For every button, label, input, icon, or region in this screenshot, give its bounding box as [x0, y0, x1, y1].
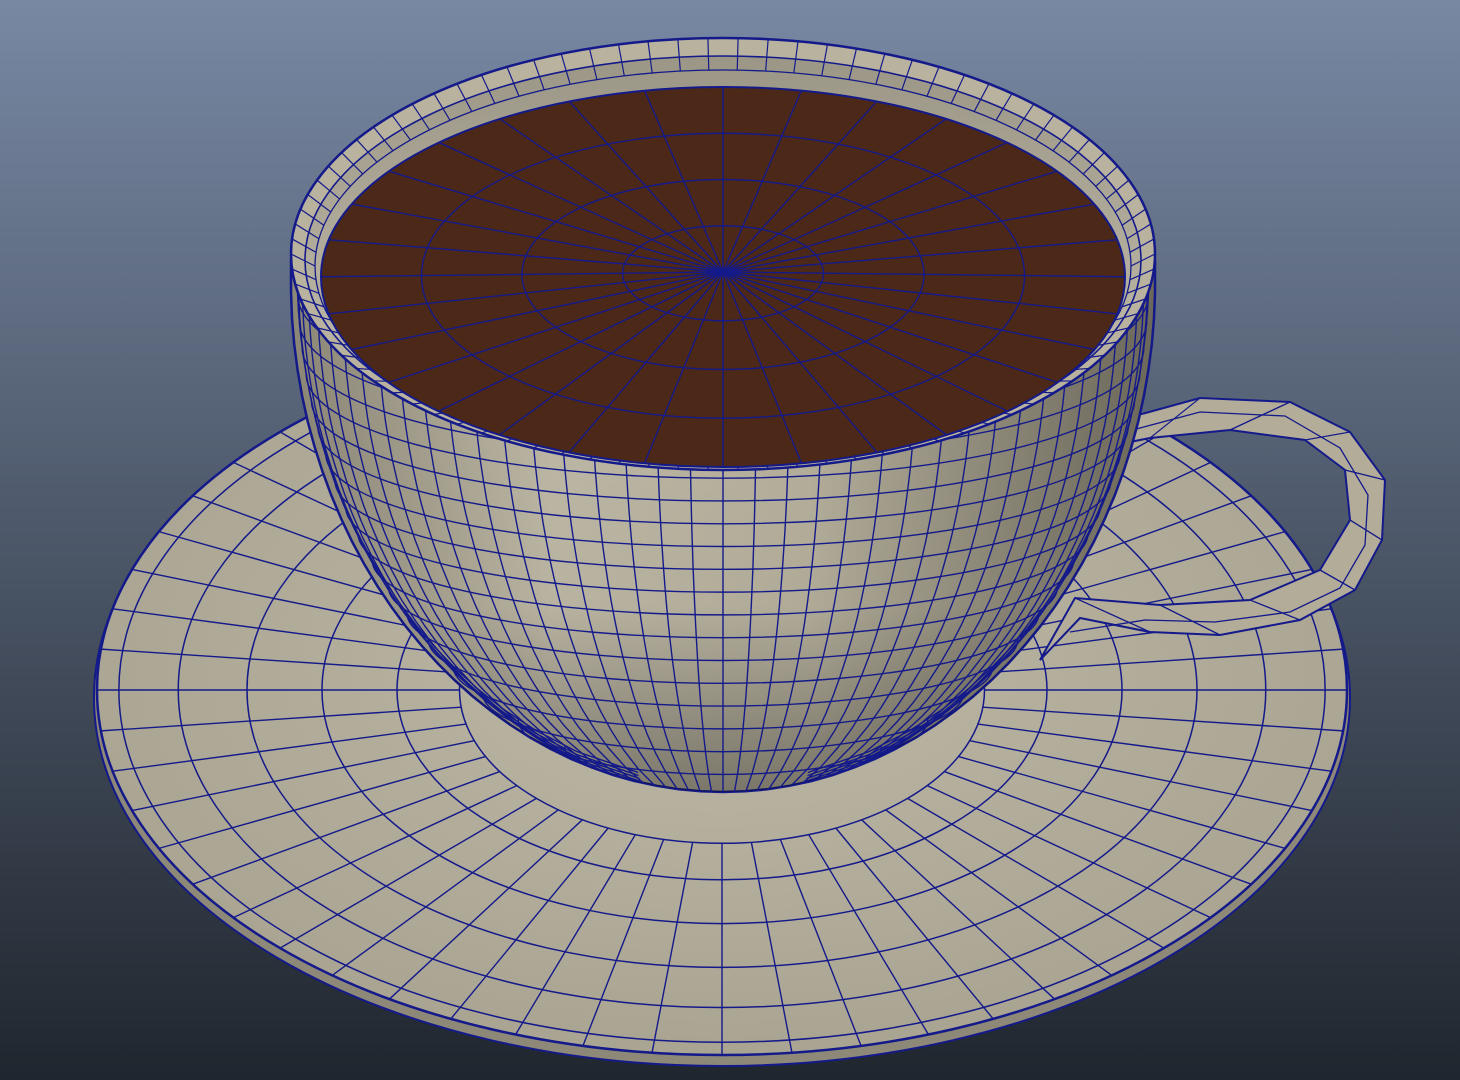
rim-segment: [707, 38, 710, 71]
maya-viewport[interactable]: [0, 0, 1460, 1080]
viewport-scene[interactable]: [0, 0, 1460, 1080]
rim-segment: [736, 38, 739, 71]
